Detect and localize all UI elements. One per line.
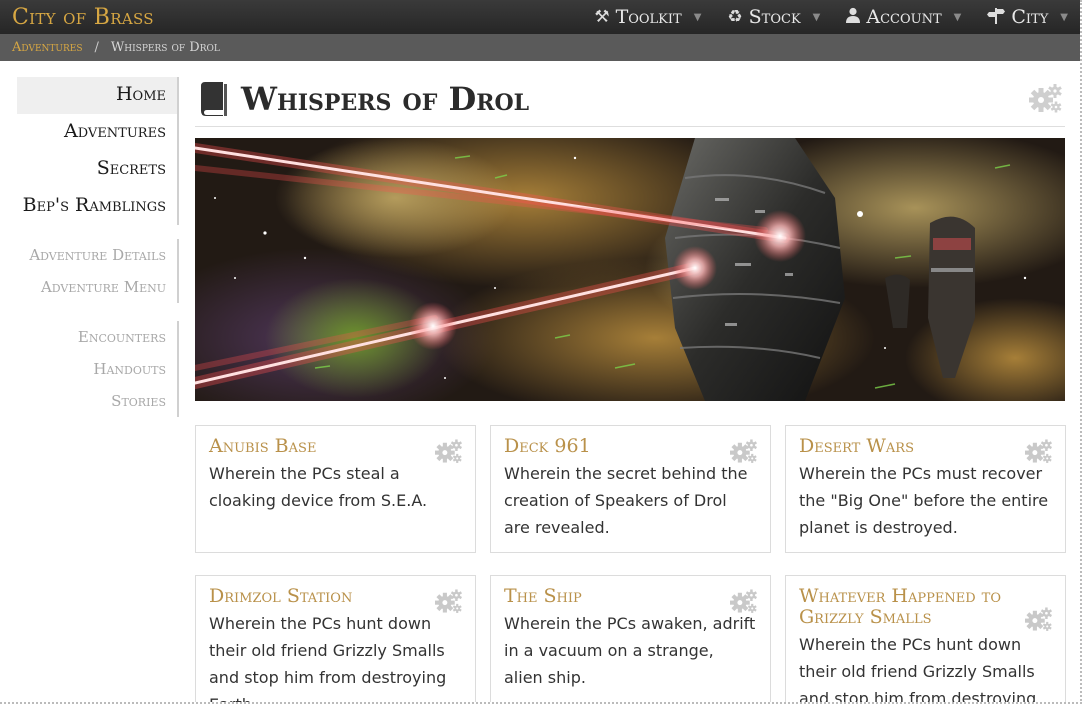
card-description: Wherein the secret behind the creation o…	[504, 464, 748, 537]
app-window: City of Brass ⚒ Toolkit ▼ ♻ Stock ▼ Acco…	[0, 0, 1082, 704]
tools-icon: ⚒	[594, 7, 610, 27]
caret-down-icon: ▼	[1060, 11, 1068, 23]
sidenav-adventure-menu[interactable]: Adventure Menu	[17, 271, 177, 303]
sidenav-details-group: Adventure Details Adventure Menu	[17, 239, 179, 303]
sidenav-encounters[interactable]: Encounters	[17, 321, 177, 353]
page-header: Whispers of Drol	[195, 71, 1065, 127]
sidenav-home[interactable]: Home	[17, 77, 177, 114]
card-title[interactable]: Drimzol Station	[209, 586, 462, 607]
hero-banner-image	[135, 108, 1080, 428]
page-title: Whispers of Drol	[241, 79, 530, 118]
topnav-city[interactable]: City ▼	[987, 6, 1068, 29]
gear-icon[interactable]	[435, 588, 463, 614]
card-description: Wherein the PCs steal a cloaking device …	[209, 464, 428, 510]
top-bar: City of Brass ⚒ Toolkit ▼ ♻ Stock ▼ Acco…	[0, 0, 1080, 34]
topnav-toolkit[interactable]: ⚒ Toolkit ▼	[594, 6, 701, 28]
card-title[interactable]: Deck 961	[504, 436, 757, 457]
sidenav-main-group: Home Adventures Secrets Bep's Ramblings	[17, 77, 179, 225]
user-icon	[846, 7, 861, 28]
card-description: Wherein the PCs hunt down their old frie…	[209, 614, 447, 702]
gear-icon[interactable]	[730, 588, 758, 614]
topnav-city-label: City	[1011, 6, 1049, 28]
card-title[interactable]: The Ship	[504, 586, 757, 607]
adventure-card[interactable]: Whatever Happened to Grizzly Smalls Wher…	[785, 575, 1066, 704]
breadcrumb-adventures[interactable]: Adventures	[12, 40, 83, 55]
sidenav-handouts[interactable]: Handouts	[17, 353, 177, 385]
adventure-cards: Anubis Base Wherein the PCs steal a cloa…	[195, 425, 1066, 704]
topnav-toolkit-label: Toolkit	[615, 6, 682, 28]
sidenav-stories[interactable]: Stories	[17, 385, 177, 417]
sidenav-beps-ramblings[interactable]: Bep's Ramblings	[17, 188, 177, 225]
adventure-card[interactable]: Drimzol Station Wherein the PCs hunt dow…	[195, 575, 476, 702]
gear-icon[interactable]	[1029, 83, 1063, 113]
adventure-card[interactable]: Anubis Base Wherein the PCs steal a cloa…	[195, 425, 476, 553]
gear-icon[interactable]	[435, 438, 463, 464]
card-title[interactable]: Whatever Happened to Grizzly Smalls	[799, 586, 1052, 628]
topnav-stock-label: Stock	[748, 6, 801, 28]
breadcrumb-separator: /	[94, 40, 99, 55]
card-title[interactable]: Anubis Base	[209, 436, 462, 457]
topnav-account-label: Account	[866, 6, 942, 28]
side-nav: Home Adventures Secrets Bep's Ramblings …	[17, 77, 179, 431]
book-icon	[201, 81, 227, 116]
main-content: Whispers of Drol Anubis Base Wherein the…	[135, 71, 1080, 704]
caret-down-icon: ▼	[812, 11, 821, 23]
adventure-card[interactable]: The Ship Wherein the PCs awaken, adrift …	[490, 575, 771, 702]
topnav-stock[interactable]: ♻ Stock ▼	[727, 6, 820, 28]
card-description: Wherein the PCs must recover the "Big On…	[799, 464, 1049, 537]
breadcrumb: Adventures / Whispers of Drol	[0, 34, 1080, 61]
adventure-card[interactable]: Deck 961 Wherein the secret behind the c…	[490, 425, 771, 553]
breadcrumb-current: Whispers of Drol	[110, 40, 220, 55]
caret-down-icon: ▼	[953, 11, 962, 23]
adventure-card[interactable]: Desert Wars Wherein the PCs must recover…	[785, 425, 1066, 553]
sidenav-content-group: Encounters Handouts Stories	[17, 321, 179, 417]
card-title[interactable]: Desert Wars	[799, 436, 1052, 457]
card-description: Wherein the PCs awaken, adrift in a vacu…	[504, 614, 756, 687]
caret-down-icon: ▼	[693, 11, 702, 23]
gear-icon[interactable]	[1025, 606, 1053, 632]
card-description: Wherein the PCs hunt down their old frie…	[799, 635, 1037, 704]
top-nav: ⚒ Toolkit ▼ ♻ Stock ▼ Account ▼ City ▼	[568, 0, 1068, 34]
gear-icon[interactable]	[730, 438, 758, 464]
sidenav-adventure-details[interactable]: Adventure Details	[17, 239, 177, 271]
signpost-icon	[987, 6, 1006, 29]
sidenav-secrets[interactable]: Secrets	[17, 151, 177, 188]
gear-icon[interactable]	[1025, 438, 1053, 464]
topnav-account[interactable]: Account ▼	[846, 6, 961, 28]
recycle-icon: ♻	[727, 7, 743, 27]
site-brand[interactable]: City of Brass	[12, 5, 154, 30]
sidenav-adventures[interactable]: Adventures	[17, 114, 177, 151]
